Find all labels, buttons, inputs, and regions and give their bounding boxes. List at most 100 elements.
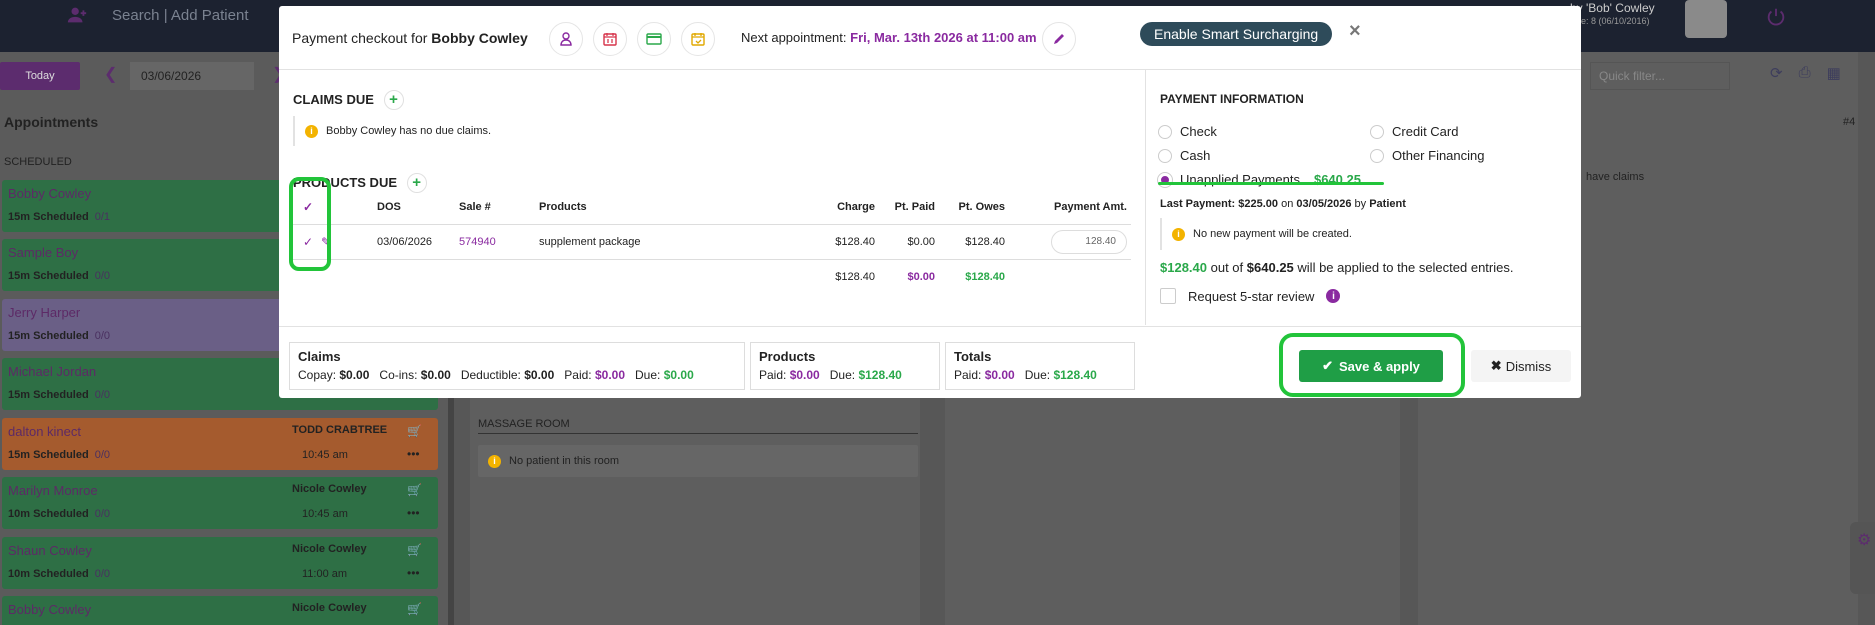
claims-due-text: CLAIMS DUE: [293, 92, 374, 107]
totals-summary: Totals Paid: $0.00 Due: $128.40: [945, 342, 1135, 390]
sale-link[interactable]: 574940: [459, 224, 539, 260]
claims-summary: Claims Copay: $0.00 Co-ins: $0.00 Deduct…: [289, 342, 745, 390]
cart-icon[interactable]: 🛒: [407, 424, 422, 438]
col-products: Products: [539, 191, 827, 225]
highlight-checkboxes: [289, 177, 331, 271]
appointment-count: 0/0: [94, 330, 110, 342]
radio-circle[interactable]: [1370, 124, 1384, 139]
payment-amount-input[interactable]: 128.40: [1051, 229, 1127, 254]
claims-due-title: CLAIMS DUE +: [293, 90, 404, 110]
patient-profile-button[interactable]: [549, 22, 583, 56]
power-icon[interactable]: [1765, 6, 1787, 28]
dismiss-button[interactable]: ✖ Dismiss: [1471, 350, 1571, 382]
appointment-card[interactable]: Marilyn Monroe Nicole Cowley 🛒 10m Schedule…: [2, 477, 438, 529]
check-icon: ✔: [1322, 358, 1333, 373]
products-summary-values: Paid: $0.00 Due: $128.40: [759, 368, 931, 382]
appointment-card[interactable]: Bobby Cowley Nicole Cowley 🛒: [2, 596, 438, 625]
coins-label: Co-ins:: [379, 368, 418, 382]
appointment-count: 0/0: [94, 508, 110, 520]
chevron-left-icon[interactable]: ❮: [104, 64, 117, 84]
row-charge: $128.40: [827, 224, 887, 260]
duration-text: 15m Scheduled: [8, 449, 89, 461]
smart-surcharging-button[interactable]: Enable Smart Surcharging: [1140, 22, 1333, 46]
column-number: #4: [1843, 116, 1856, 128]
radio-other-financing[interactable]: Other Financing: [1370, 148, 1485, 163]
quick-filter-input[interactable]: Quick filter...: [1590, 62, 1730, 90]
appointment-patient: Michael Jordan: [8, 364, 97, 379]
avatar[interactable]: [1685, 0, 1727, 38]
patient-search[interactable]: Search | Add Patient: [66, 0, 249, 30]
info-icon: i: [1172, 227, 1185, 241]
edit-appointment-button[interactable]: [1042, 22, 1076, 56]
add-product-button[interactable]: +: [406, 173, 427, 193]
review-checkbox[interactable]: [1160, 288, 1176, 304]
col-pt-paid: Pt. Paid: [887, 191, 947, 225]
radio-check[interactable]: Check: [1158, 124, 1217, 139]
appointment-count: 0/0: [94, 568, 110, 580]
save-apply-button[interactable]: ✔ Save & apply: [1299, 350, 1443, 382]
claims-due-value: $0.00: [663, 368, 694, 382]
no-claims-text: Bobby Cowley has no due claims.: [326, 125, 492, 137]
print-icon[interactable]: ⎙: [1799, 64, 1811, 82]
totals-due-value: $128.40: [1053, 368, 1097, 382]
appointment-provider: Nicole Cowley: [292, 483, 367, 495]
duration-text: 15m Scheduled: [8, 389, 89, 401]
applied-suffix: will be applied to the selected entries.: [1297, 260, 1514, 275]
more-icon[interactable]: •••: [407, 566, 420, 580]
date-picker[interactable]: 03/06/2026: [130, 62, 254, 90]
col-payment-amt: Payment Amt.: [1017, 191, 1131, 225]
last-payment-who: Patient: [1369, 198, 1406, 210]
radio-circle[interactable]: [1158, 148, 1172, 163]
billing-button[interactable]: [637, 22, 671, 56]
more-icon[interactable]: •••: [407, 447, 420, 461]
appointments-button[interactable]: [593, 22, 627, 56]
next-appointment-value: Fri, Mar. 13th 2026 at 11:00 am: [850, 30, 1037, 45]
gear-icon: ⚙: [1857, 532, 1872, 549]
no-new-payment-text: No new payment will be created.: [1193, 228, 1352, 240]
last-payment-by: by: [1354, 198, 1367, 210]
cart-icon[interactable]: 🛒: [407, 602, 422, 616]
appointment-time: 11:00 am: [302, 568, 348, 580]
cart-icon[interactable]: 🛒: [407, 483, 422, 497]
radio-circle[interactable]: [1158, 124, 1172, 139]
today-button[interactable]: Today: [0, 62, 80, 90]
appointment-patient: Marilyn Monroe: [8, 483, 98, 498]
products-summary: Products Paid: $0.00 Due: $128.40: [750, 342, 940, 390]
info-icon[interactable]: i: [1326, 289, 1341, 303]
patient-name: Bobby Cowley: [431, 30, 528, 46]
table-header: ✓ DOS Sale # Products Charge Pt. Paid Pt…: [291, 191, 1131, 225]
totals-summary-values: Paid: $0.00 Due: $128.40: [954, 368, 1126, 382]
calendar-icon[interactable]: ▦: [1827, 64, 1841, 82]
close-icon[interactable]: ×: [1349, 20, 1361, 43]
settings-tab[interactable]: ⚙: [1850, 522, 1875, 594]
table-row[interactable]: ✓ ✎ 03/06/2026 574940 supplement package…: [291, 224, 1131, 260]
modal-footer: Claims Copay: $0.00 Co-ins: $0.00 Deduct…: [279, 326, 1581, 398]
info-icon: i: [488, 454, 501, 468]
products-due-value: $128.40: [858, 368, 902, 382]
cart-icon[interactable]: 🛒: [407, 543, 422, 557]
radio-cash[interactable]: Cash: [1158, 148, 1210, 163]
appointment-count: 0/0: [94, 270, 110, 282]
appointment-duration: 10m Scheduled 0/0: [8, 568, 110, 580]
radio-credit-card[interactable]: Credit Card: [1370, 124, 1458, 139]
current-patient[interactable]: by 'Bob' Cowley Age: 8 (06/10/2016): [1570, 2, 1655, 28]
last-payment-date: 03/05/2026: [1296, 198, 1352, 210]
schedule-button[interactable]: [681, 22, 715, 56]
appointment-patient: dalton kinect: [8, 424, 81, 439]
appointment-card[interactable]: dalton kinect TODD CRABTREE 🛒 15m Scheduled…: [2, 418, 438, 470]
review-request[interactable]: Request 5-star review i: [1160, 288, 1341, 304]
refresh-icon[interactable]: ⟳: [1770, 64, 1783, 82]
appointment-card[interactable]: Shaun Cowley Nicole Cowley 🛒 10m Scheduled 0…: [2, 537, 438, 589]
current-patient-age: Age: 8 (06/10/2016): [1570, 16, 1650, 26]
review-label: Request 5-star review: [1188, 288, 1315, 304]
coins-value: $0.00: [420, 368, 451, 382]
appointment-patient: Jerry Harper: [8, 305, 81, 320]
appointment-patient: Bobby Cowley: [8, 602, 92, 617]
more-icon[interactable]: •••: [407, 506, 420, 520]
appointment-time: 10:45 am: [302, 449, 348, 461]
last-payment-amount: $225.00: [1238, 198, 1279, 210]
info-icon: i: [305, 124, 318, 138]
add-claim-button[interactable]: +: [383, 90, 404, 110]
radio-circle[interactable]: [1370, 148, 1384, 163]
radio-check-label: Check: [1180, 124, 1217, 139]
